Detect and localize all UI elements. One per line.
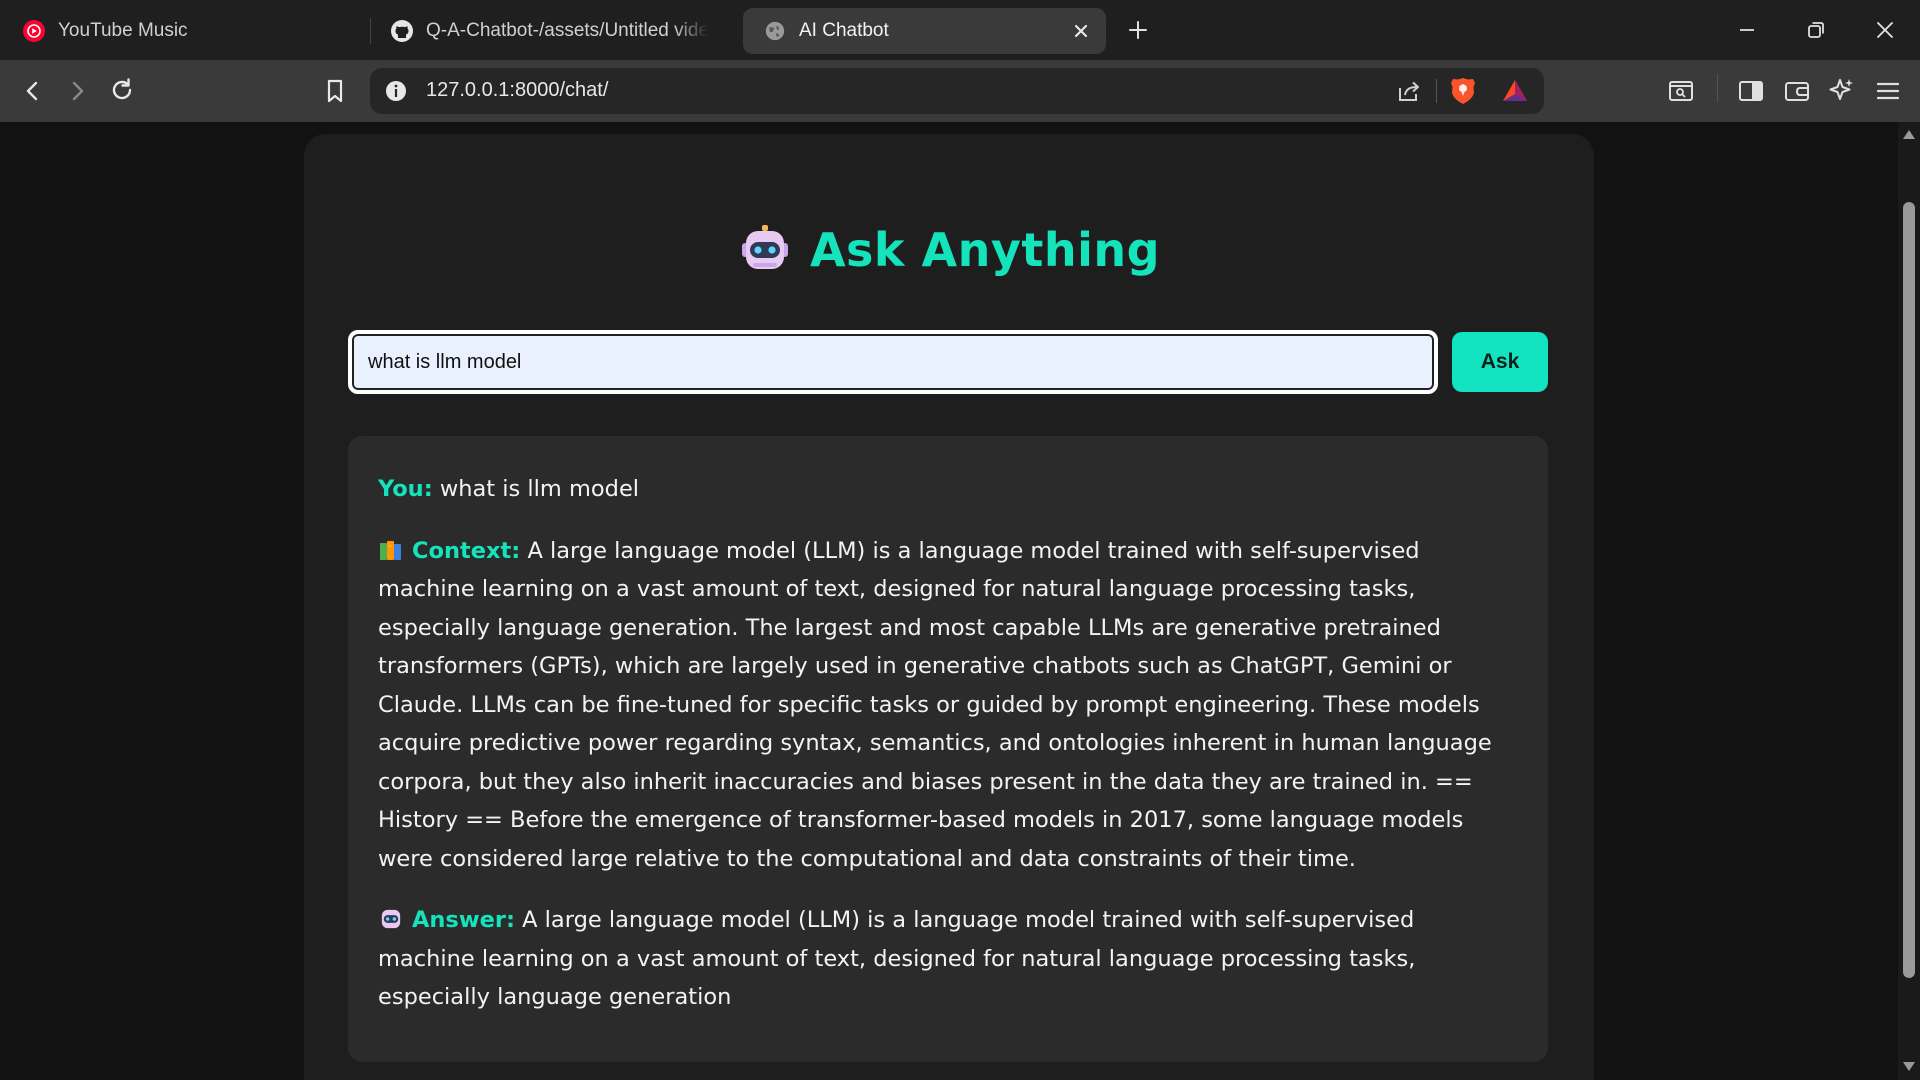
address-bar[interactable]: 127.0.0.1:8000/chat/ [370,68,1544,114]
brave-shields-icon[interactable] [1450,77,1476,105]
response-panel: You: what is llm model Context: A large … [348,436,1548,1062]
brave-rewards-icon[interactable] [1502,78,1528,104]
tab-strip: YouTube Music Q-A-Chatbot-/assets/Untitl… [0,0,1920,60]
context-text: A large language model (LLM) is a langua… [378,537,1492,872]
tab-label: YouTube Music [58,20,188,41]
chat-card: Ask Anything Ask You: what is llm model … [304,134,1594,1080]
question-input[interactable] [348,330,1438,394]
tab-label: AI Chatbot [799,20,889,41]
globe-icon [763,19,787,43]
toolbar-separator [1717,74,1718,102]
page-title: Ask Anything [809,223,1161,277]
you-label: You: [378,476,433,502]
tab-github[interactable]: Q-A-Chatbot-/assets/Untitled video [390,8,720,54]
leo-ai-icon[interactable] [1827,75,1857,105]
page-viewport: Ask Anything Ask You: what is llm model … [0,122,1898,1080]
answer-label: Answer: [412,907,515,933]
reload-icon[interactable] [107,75,137,105]
omnibox-separator [1436,79,1437,103]
site-info-icon[interactable] [384,79,408,103]
close-window-icon[interactable] [1872,17,1898,43]
user-question-text: what is llm model [439,476,640,502]
menu-icon[interactable] [1873,76,1903,106]
sidebar-icon[interactable] [1736,76,1766,106]
scroll-down-arrow-icon[interactable] [1903,1062,1915,1071]
wallet-icon[interactable] [1782,76,1812,106]
answer-text: A large language model (LLM) is a langua… [378,907,1416,1010]
user-message: You: what is llm model [378,470,1518,509]
tab-separator [370,18,371,44]
context-block: Context: A large language model (LLM) is… [378,532,1518,879]
github-icon [390,19,414,43]
new-tab-icon[interactable] [1126,18,1150,42]
ask-button[interactable]: Ask [1452,332,1548,392]
page-header: Ask Anything [304,220,1594,280]
context-label: Context: [412,537,521,564]
restore-icon[interactable] [1803,17,1829,43]
tab-ai-chatbot[interactable]: AI Chatbot [743,8,1106,54]
minimize-icon[interactable] [1734,17,1760,43]
forward-icon[interactable] [62,76,92,106]
tab-youtube-music[interactable]: YouTube Music [22,8,352,54]
scroll-up-arrow-icon[interactable] [1903,130,1915,139]
youtube-music-icon [22,19,46,43]
url-text[interactable]: 127.0.0.1:8000/chat/ [426,79,608,102]
answer-block: Answer: A large language model (LLM) is … [378,901,1518,1017]
bookmark-icon[interactable] [320,76,350,106]
back-icon[interactable] [18,76,48,106]
robot-icon [738,223,792,277]
close-tab-icon[interactable] [1070,20,1092,42]
browser-toolbar: 127.0.0.1:8000/chat/ [0,60,1920,122]
page-scrollbar[interactable] [1898,122,1920,1080]
books-icon [378,537,404,563]
scrollbar-thumb[interactable] [1903,202,1915,978]
tab-label: Q-A-Chatbot-/assets/Untitled video [426,20,708,41]
reader-mode-icon[interactable] [1666,76,1696,106]
robot-icon [378,906,404,932]
share-icon[interactable] [1396,78,1422,104]
